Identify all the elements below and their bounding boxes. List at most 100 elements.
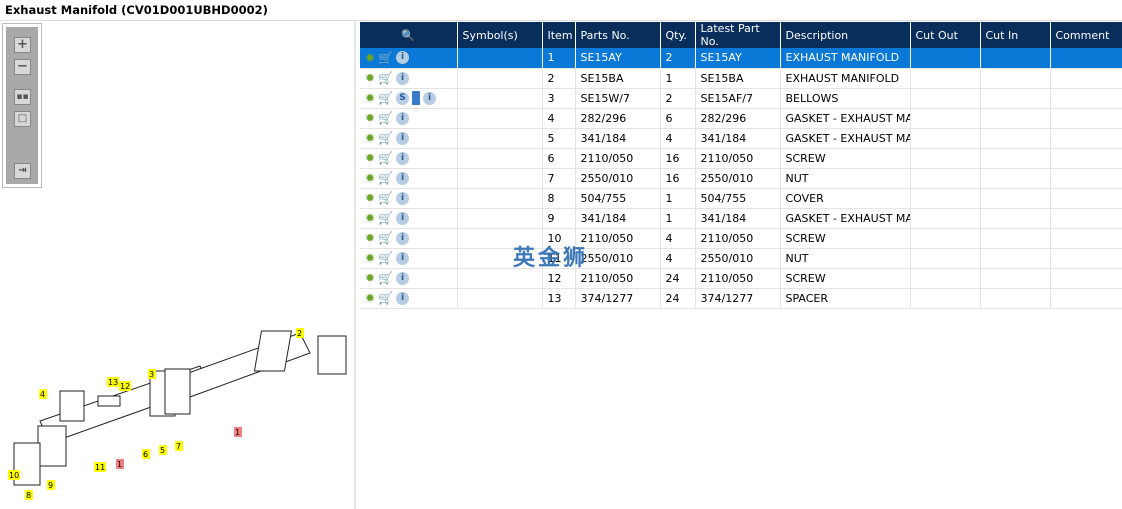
info-icon[interactable]: i (396, 231, 410, 245)
gear-icon[interactable]: ✹ (365, 151, 375, 165)
column-header[interactable]: Latest Part No. (695, 22, 781, 48)
info-icon[interactable]: i (396, 211, 410, 225)
callout-label[interactable]: 10 (9, 471, 19, 480)
gear-icon[interactable]: ✹ (365, 51, 375, 65)
qty-cell: 4 (660, 248, 696, 269)
zoom-out-button[interactable]: − (14, 59, 31, 75)
column-header[interactable]: Symbol(s) (457, 22, 543, 48)
cut-out-cell (910, 148, 981, 169)
callout-label[interactable]: 3 (149, 370, 154, 379)
info-icon[interactable]: i (423, 91, 437, 105)
callout-label[interactable]: 7 (176, 442, 181, 451)
export-button[interactable]: ⇥ (14, 163, 31, 179)
info-icon[interactable]: i (396, 291, 410, 305)
table-row[interactable]: ✹ 🛒 i 8 504/755 1 504/755 COVER (360, 188, 1122, 209)
gear-icon[interactable]: ✹ (365, 251, 375, 265)
callout-label[interactable]: 9 (48, 481, 53, 490)
table-row[interactable]: ✹ 🛒 i 11 2550/010 4 2550/010 NUT (360, 248, 1122, 269)
info-icon[interactable]: i (396, 151, 410, 165)
info-icon[interactable]: i (396, 271, 410, 285)
zoom-in-button[interactable]: + (14, 37, 31, 53)
info-icon[interactable]: i (396, 191, 410, 205)
cut-in-cell (980, 68, 1051, 89)
column-header[interactable]: Qty. (660, 22, 696, 48)
table-row[interactable]: ✹ 🛒 i 1 SE15AY 2 SE15AY EXHAUST MANIFOLD (360, 48, 1122, 69)
gear-icon[interactable]: ✹ (365, 91, 375, 105)
parts-no-cell: SE15W/7 (575, 88, 661, 109)
qty-cell: 24 (660, 288, 696, 309)
callout-label[interactable]: 13 (108, 378, 118, 387)
info-icon[interactable]: i (396, 51, 410, 65)
table-row[interactable]: ✹ 🛒 i 10 2110/050 4 2110/050 SCREW (360, 228, 1122, 249)
fit-all-button[interactable]: ▪▪ (14, 89, 31, 105)
gear-icon[interactable]: ✹ (365, 291, 375, 305)
cut-out-cell (910, 68, 981, 89)
gear-icon[interactable]: ✹ (365, 191, 375, 205)
column-header[interactable]: Parts No. (575, 22, 661, 48)
gear-icon[interactable]: ✹ (365, 231, 375, 245)
callout-label[interactable]: 12 (120, 382, 130, 391)
gear-icon[interactable]: ✹ (365, 171, 375, 185)
table-row[interactable]: ✹ 🛒 i 6 2110/050 16 2110/050 SCREW (360, 148, 1122, 169)
cart-icon[interactable]: 🛒 (378, 271, 393, 285)
comment-cell (1050, 128, 1122, 149)
table-row[interactable]: ✹ 🛒 i 4 282/296 6 282/296 GASKET - EXHAUST… (360, 108, 1122, 129)
book-icon[interactable] (412, 91, 421, 105)
callout-label[interactable]: 6 (143, 450, 148, 459)
table-row[interactable]: ✹ 🛒 i 2 SE15BA 1 SE15BA EXHAUST MANIFOLD (360, 68, 1122, 89)
callout-label[interactable]: 5 (160, 446, 165, 455)
column-header[interactable]: Cut In (980, 22, 1051, 48)
cart-icon[interactable]: 🛒 (378, 71, 393, 85)
column-search-icon[interactable]: 🔍 (360, 22, 458, 48)
cart-icon[interactable]: 🛒 (378, 231, 393, 245)
info-icon[interactable]: i (396, 131, 410, 145)
latest-part-cell: SE15BA (695, 68, 781, 89)
cart-icon[interactable]: 🛒 (378, 131, 393, 145)
cart-icon[interactable]: 🛒 (378, 191, 393, 205)
callout-label[interactable]: 8 (26, 491, 31, 500)
cart-icon[interactable]: 🛒 (378, 251, 393, 265)
table-row[interactable]: ✹ 🛒 i 5 341/184 4 341/184 GASKET - EXHAUST… (360, 128, 1122, 149)
cart-icon[interactable]: 🛒 (378, 291, 393, 305)
cart-icon[interactable]: 🛒 (378, 211, 393, 225)
callout-label[interactable]: 2 (297, 329, 302, 338)
column-header[interactable]: Item (542, 22, 576, 48)
column-header[interactable]: Description (780, 22, 911, 48)
actual-size-button[interactable]: □ (14, 111, 31, 127)
diagram-panel[interactable]: + − ▪▪ □ ⇥ 1 2 3 4 5 6 7 8 9 10 11 12 13 1 (0, 21, 356, 509)
latest-part-cell: 2110/050 (695, 268, 781, 289)
gear-icon[interactable]: ✹ (365, 131, 375, 145)
cart-icon[interactable]: 🛒 (378, 111, 393, 125)
gear-icon[interactable]: ✹ (365, 111, 375, 125)
item-cell: 7 (542, 168, 576, 189)
info-icon[interactable]: i (396, 171, 410, 185)
column-header[interactable]: Cut Out (910, 22, 981, 48)
table-row[interactable]: ✹ 🛒 Si 3 SE15W/7 2 SE15AF/7 BELLOWS (360, 88, 1122, 109)
cart-icon[interactable]: 🛒 (378, 151, 393, 165)
gear-icon[interactable]: ✹ (365, 271, 375, 285)
cart-icon[interactable]: 🛒 (378, 51, 393, 65)
callout-label[interactable]: 11 (95, 463, 105, 472)
cart-icon[interactable]: 🛒 (378, 91, 393, 105)
description-cell: SCREW (780, 228, 911, 249)
info-icon[interactable]: i (396, 111, 410, 125)
table-header: 🔍 Symbol(s) Item Parts No. Qty. Latest P… (360, 22, 1122, 48)
callout-label[interactable]: 1 (117, 460, 122, 469)
gear-icon[interactable]: ✹ (365, 211, 375, 225)
comment-cell (1050, 288, 1122, 309)
parts-no-cell: 341/184 (575, 208, 661, 229)
qty-cell: 16 (660, 148, 696, 169)
table-row[interactable]: ✹ 🛒 i 9 341/184 1 341/184 GASKET - EXHAUST… (360, 208, 1122, 229)
cart-icon[interactable]: 🛒 (378, 171, 393, 185)
info-icon[interactable]: i (396, 71, 410, 85)
supersession-icon[interactable]: S (396, 91, 410, 105)
table-row[interactable]: ✹ 🛒 i 13 374/1277 24 374/1277 SPACER (360, 288, 1122, 309)
table-row[interactable]: ✹ 🛒 i 7 2550/010 16 2550/010 NUT (360, 168, 1122, 189)
callout-label[interactable]: 4 (40, 390, 45, 399)
cut-in-cell (980, 108, 1051, 129)
column-header[interactable]: Comment (1050, 22, 1122, 48)
gear-icon[interactable]: ✹ (365, 71, 375, 85)
callout-label[interactable]: 1 (235, 428, 240, 437)
table-row[interactable]: ✹ 🛒 i 12 2110/050 24 2110/050 SCREW (360, 268, 1122, 289)
info-icon[interactable]: i (396, 251, 410, 265)
